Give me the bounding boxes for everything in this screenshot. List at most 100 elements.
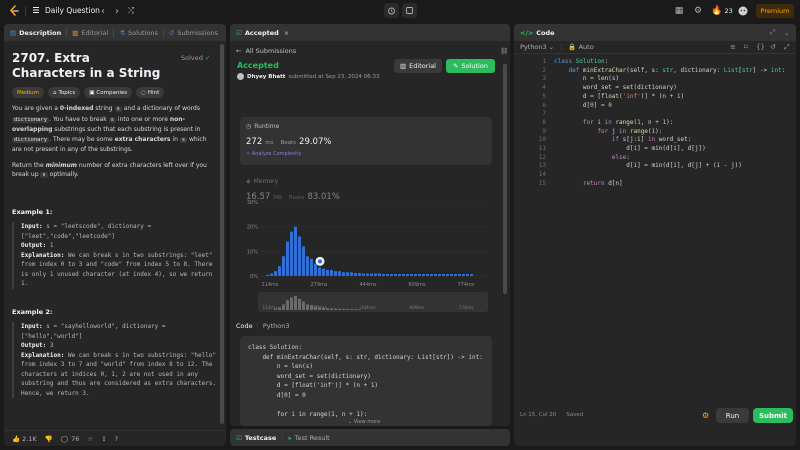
histogram-bar [358,273,361,276]
solution-button[interactable]: ✎ Solution [446,59,495,73]
like-button[interactable]: 👍 2.1K [12,435,37,443]
next-problem-icon[interactable]: › [110,4,124,18]
line-number: 9 [542,127,546,135]
overview-bar [350,308,353,310]
code-line: d = [float('inf')] * (n + 1) [554,92,685,100]
histogram-bar [438,274,441,276]
timer-button[interactable] [384,3,399,18]
analyze-complexity-link[interactable]: ✧ Analyze Complexity [246,151,301,157]
gear-icon[interactable]: ⚙ [692,5,704,17]
y-tick-label: 20% [247,225,258,231]
overview-bar [286,300,289,310]
share-icon[interactable]: ⇪ [101,435,106,443]
tab-separator [162,28,164,37]
histogram-bar [350,272,353,276]
submission-tabs: ☑ Accepted × [230,24,510,41]
code-line: else: [611,153,630,161]
submitter-name[interactable]: Dhyey Bhatt [247,74,285,80]
code-line: d[i] = min(d[i], d[j] + (i - j)) [554,162,742,170]
tab-testcase[interactable]: ☑ Testcase [236,434,276,442]
dislike-icon[interactable]: 👎 [45,435,53,443]
language-select[interactable]: Python3 ⌄ [520,43,554,51]
avatar[interactable] [737,5,749,17]
description-scrollbar[interactable] [220,44,224,424]
overview-bar [338,308,341,310]
close-icon[interactable]: × [284,29,289,37]
line-number: 14 [538,171,546,179]
braces-icon[interactable]: {} [756,43,765,51]
leetcode-logo[interactable] [8,5,20,17]
reset-icon[interactable]: ↺ [770,43,776,51]
companies-tag[interactable]: ▣ Companies [84,87,133,98]
divider: | [256,322,259,330]
link-icon[interactable]: ⛓ [500,47,508,55]
problem-list-nav[interactable]: Daily Question [31,5,100,15]
editor-toolbar: Python3 ⌄ | 🔒 Auto [514,41,796,54]
menu-icon[interactable]: ≡ [730,43,736,51]
run-button[interactable]: Run [716,408,749,423]
expand-icon[interactable]: ⤢ [770,28,775,37]
more-icon[interactable]: ⌄ [784,29,789,37]
testcase-bar: ☑ Testcase | ▸ Test Result [230,429,510,446]
histogram-bar [298,236,301,276]
solved-status: Solved ✓ [181,54,210,62]
line-number: 1 [542,58,546,65]
histogram-bar [354,273,357,276]
y-tick-label: 0% [250,274,258,280]
arrow-left-icon: ← [236,47,242,55]
premium-button[interactable]: Premium [756,4,794,18]
overview-tick-label: 444ms [360,305,376,311]
overview-bar [342,308,345,310]
streak-counter[interactable]: 🔥 23 [710,5,734,17]
histogram-bar [382,274,385,276]
line-number: 12 [538,153,546,161]
histogram-bar [294,226,297,276]
tab-accepted[interactable]: ☑ Accepted × [236,29,289,37]
line-number: 13 [538,162,546,170]
histogram-bar [286,241,289,276]
checkbox-icon: ☑ [236,28,242,37]
runtime-distribution-chart[interactable]: 0% 10% 20% 30% 114ms 279ms 444ms 609ms 774ms 114m… [236,192,498,317]
histogram-bar [418,274,421,276]
star-icon[interactable]: ☆ [87,435,93,443]
comments-button[interactable]: ◯ 76 [61,435,80,443]
histogram-bar [410,274,413,276]
debug-icon[interactable]: ⚙ [702,411,709,420]
topics-tag[interactable]: ⌂ Topics [48,87,81,98]
view-more-button[interactable]: ⌄ View more [348,419,380,425]
flask-icon: ⚗ [119,28,126,37]
runtime-card[interactable]: ◷ Runtime 272 ms Beats 29.07% ✧ Analyze Com… [240,117,492,165]
code-language: Python3 [262,322,290,330]
fullscreen-icon[interactable]: ⤢ [784,43,790,52]
x-tick-label: 114ms [261,282,278,288]
lock-icon: ▣ [89,89,95,96]
book-icon: ▥ [72,28,79,37]
submission-scrollbar[interactable] [503,64,507,294]
overview-tick-label: 609ms [409,305,425,311]
histogram-bar [342,272,345,276]
submitted-code: class Solution: def minExtraChar(self, s… [240,336,492,426]
help-icon[interactable]: ? [115,435,118,443]
layout-icon[interactable]: ▦ [673,5,685,17]
shuffle-icon[interactable]: ⤮ [124,4,138,18]
back-to-submissions[interactable]: ← All Submissions ⛓ [236,45,510,57]
histogram-bar [390,274,393,276]
histogram-bar [346,272,349,276]
histogram-bar [274,271,277,276]
tab-submissions[interactable]: ↺ Submissions [169,29,218,37]
histogram-bar [362,273,365,276]
histogram-bar [318,267,321,276]
tab-test-result[interactable]: ▸ Test Result [289,434,330,442]
tab-solutions[interactable]: ⚗ Solutions [119,29,158,37]
bookmark-icon[interactable]: ⌑ [744,43,748,51]
submit-button[interactable]: Submit [753,408,793,423]
tab-description[interactable]: ▤ Description [10,29,61,37]
prev-problem-icon[interactable]: ‹ [96,4,110,18]
tab-editorial[interactable]: ▥ Editorial [72,29,108,37]
editorial-button[interactable]: ▥ Editorial [394,59,442,73]
histogram-bar [314,263,317,276]
hint-tag[interactable]: ◌ Hint [136,87,165,98]
notes-button[interactable] [402,3,417,18]
auto-mode[interactable]: 🔒 Auto [568,43,593,51]
tab-code[interactable]: </> Code [520,29,555,37]
